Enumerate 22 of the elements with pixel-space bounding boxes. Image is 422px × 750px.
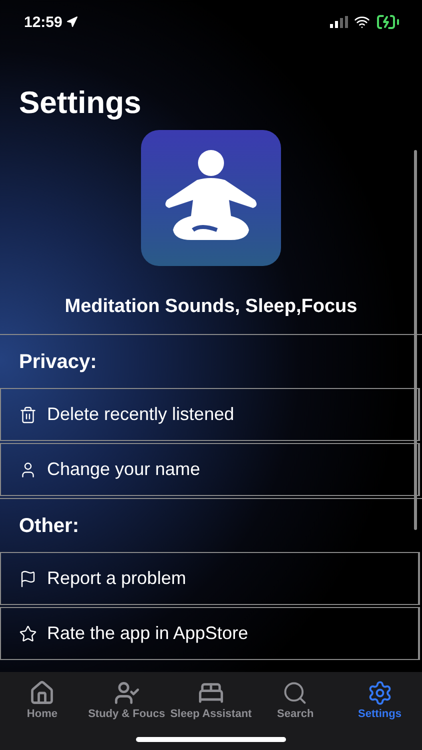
settings-icon — [366, 680, 393, 706]
tab[interactable]: Sleep Assistant — [168, 680, 253, 750]
status-time: 12:59 — [24, 14, 62, 30]
wifi-icon — [354, 14, 370, 30]
tab[interactable]: Settings — [338, 680, 422, 750]
signal-icon — [330, 16, 348, 28]
app-name: Meditation Sounds, Sleep,Focus — [64, 296, 358, 318]
tab[interactable]: Study & Foucs — [84, 680, 169, 750]
trash-icon — [19, 406, 37, 424]
tab[interactable]: Search — [253, 680, 338, 750]
flag-icon — [19, 570, 37, 588]
settings-row[interactable]: Rate the app in AppStore — [0, 607, 420, 660]
tab[interactable]: Home — [0, 680, 84, 750]
person-icon — [19, 460, 37, 478]
location-icon — [66, 16, 78, 28]
settings-row[interactable]: Report a problem — [0, 552, 420, 605]
search-icon — [282, 680, 308, 706]
page-title: Settings — [19, 84, 142, 122]
person-check-icon — [114, 680, 140, 706]
home-icon — [29, 680, 56, 706]
star-icon — [19, 624, 37, 642]
bed-icon — [198, 680, 224, 706]
